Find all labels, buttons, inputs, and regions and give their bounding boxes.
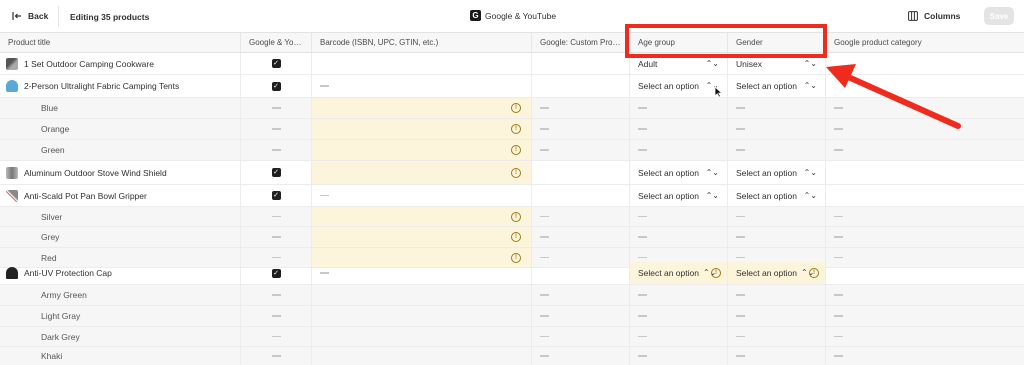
mouse-cursor-icon bbox=[714, 86, 723, 98]
annotation-arrow-icon bbox=[826, 64, 961, 129]
